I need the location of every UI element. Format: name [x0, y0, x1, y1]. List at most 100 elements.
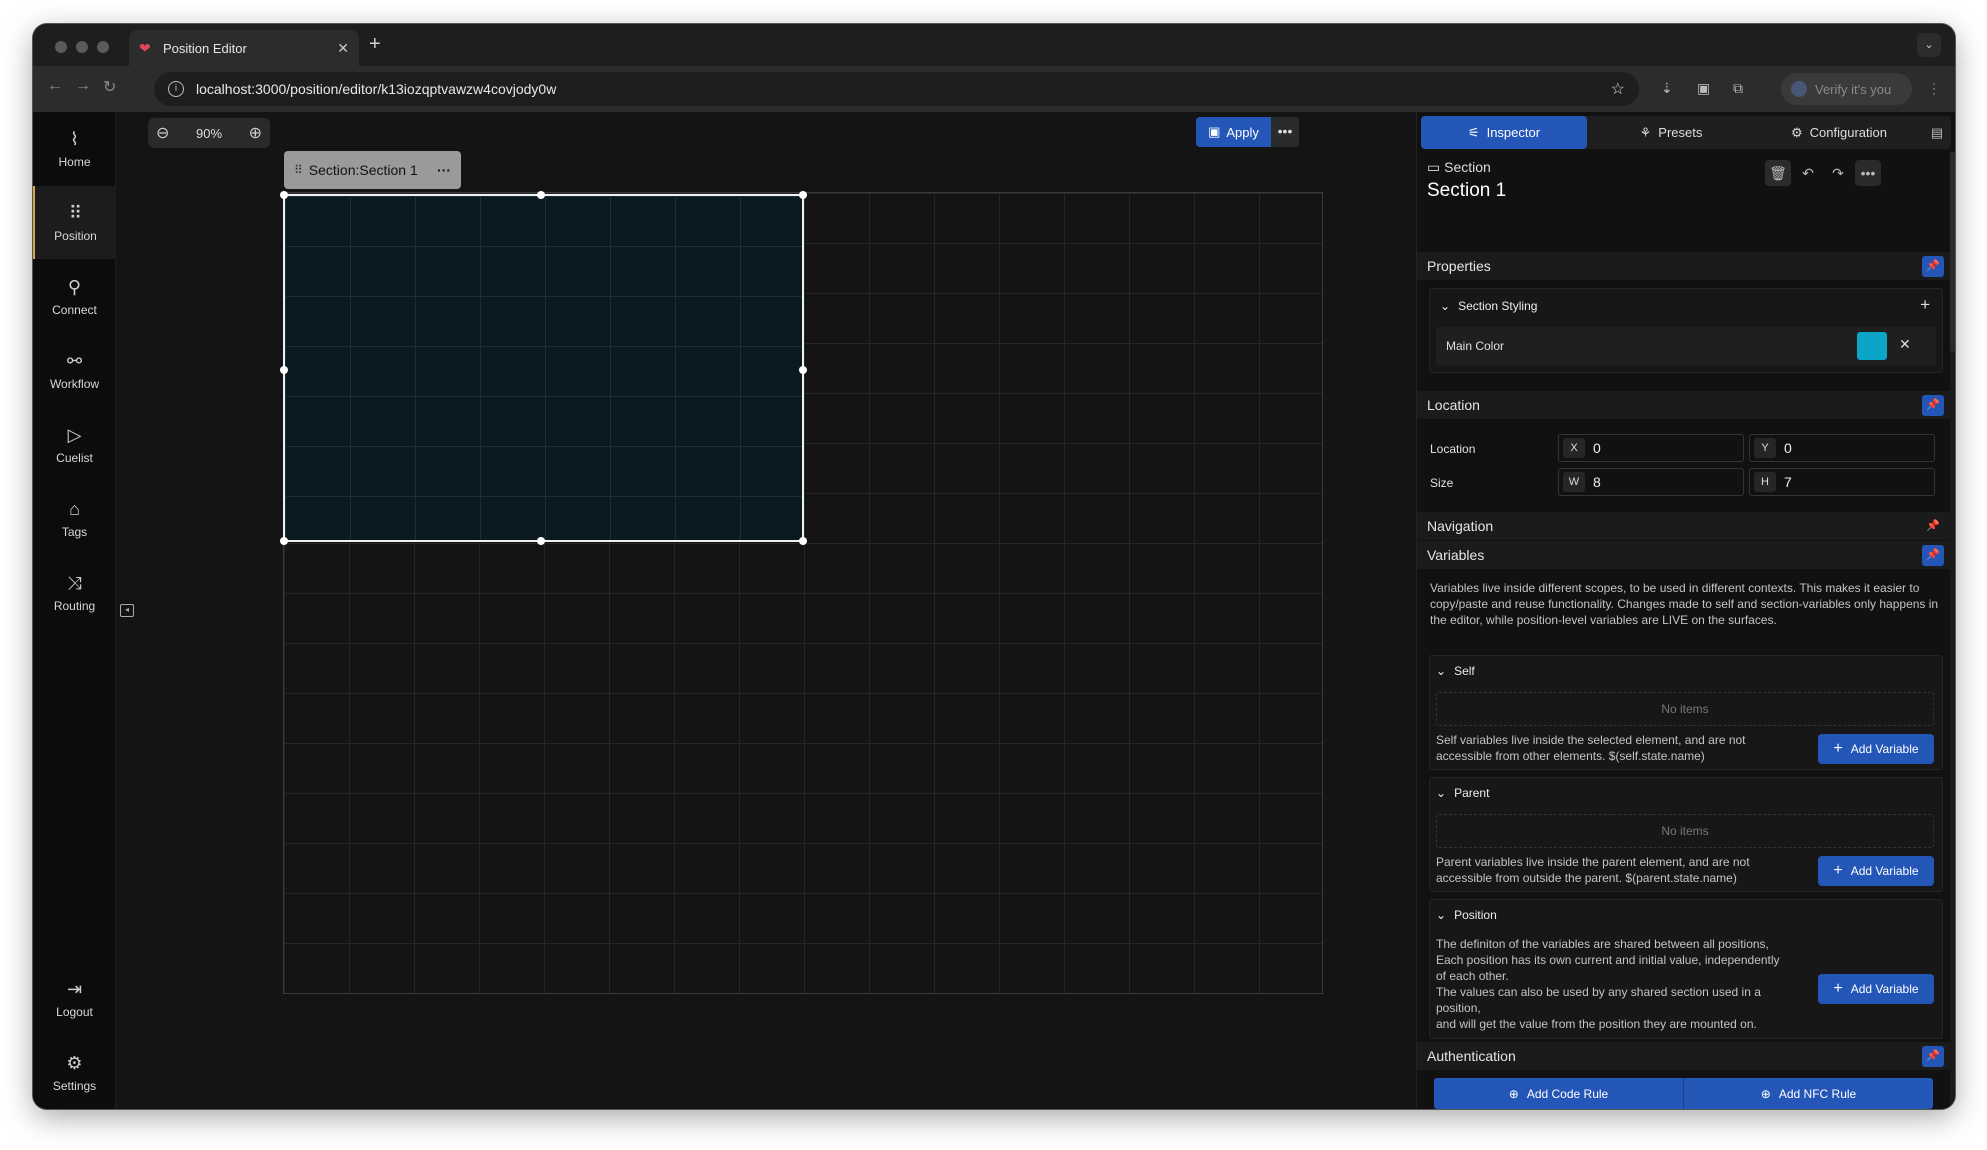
resize-handle-e[interactable]: [799, 366, 807, 374]
sidebar-item-label: Tags: [61, 524, 88, 539]
self-header[interactable]: ⌄ Self: [1436, 664, 1475, 678]
scrollbar-thumb[interactable]: [1950, 152, 1955, 352]
navigation-header[interactable]: Navigation 📌: [1417, 512, 1955, 540]
close-tab-icon[interactable]: ✕: [337, 40, 349, 57]
pin-icon[interactable]: 📌: [1922, 516, 1944, 537]
trash-icon[interactable]: 🗑: [1765, 160, 1791, 186]
add-parent-variable-button[interactable]: + Add Variable: [1818, 856, 1934, 886]
parent-header[interactable]: ⌄ Parent: [1436, 786, 1489, 800]
position-header[interactable]: ⌄ Position: [1436, 908, 1497, 922]
tab-configuration[interactable]: ⚙ Configuration: [1755, 116, 1923, 149]
section-menu-icon[interactable]: ···: [437, 162, 451, 178]
section-styling-header[interactable]: ⌄ Section Styling: [1440, 299, 1537, 313]
y-key: Y: [1754, 438, 1776, 458]
sidebar-item-settings[interactable]: ⚙ Settings: [33, 1036, 116, 1109]
resize-handle-w[interactable]: [280, 366, 288, 374]
location-header[interactable]: Location 📌: [1417, 391, 1955, 419]
sidebar-item-logout[interactable]: ⇥ Logout: [33, 962, 116, 1035]
y-input[interactable]: Y 0: [1749, 434, 1935, 462]
verify-profile-button[interactable]: Verify it's you: [1781, 73, 1912, 105]
parent-variables-card: ⌄ Parent No items Parent variables live …: [1429, 777, 1943, 892]
pin-icon[interactable]: 📌: [1922, 1046, 1944, 1067]
maximize-window-button[interactable]: [97, 41, 109, 53]
tab-label: Inspector: [1486, 125, 1541, 140]
self-empty: No items: [1436, 692, 1934, 726]
add-icon[interactable]: +: [1920, 295, 1930, 315]
sidebar-item-workflow[interactable]: ⚯ Workflow: [33, 334, 116, 407]
back-icon[interactable]: ←: [47, 77, 63, 95]
new-tab-button[interactable]: +: [369, 34, 381, 54]
resize-handle-sw[interactable]: [280, 537, 288, 545]
redo-icon[interactable]: ↷: [1825, 160, 1851, 186]
play-icon: ▷: [67, 424, 82, 445]
tab-presets[interactable]: ⚘ Presets: [1587, 116, 1755, 149]
sidebar-item-home[interactable]: ⌇ Home: [33, 112, 116, 185]
pin-icon[interactable]: 📌: [1922, 395, 1944, 416]
position-note-line: The definiton of the variables are share…: [1436, 937, 1769, 951]
add-code-rule-button[interactable]: ⊕ Add Code Rule: [1434, 1078, 1684, 1109]
browser-menu-icon[interactable]: ⋮: [1927, 80, 1941, 97]
resize-handle-nw[interactable]: [280, 191, 288, 199]
pin-icon[interactable]: 📌: [1922, 256, 1944, 277]
properties-header[interactable]: Properties 📌: [1417, 252, 1955, 280]
apply-more-button[interactable]: •••: [1271, 117, 1299, 147]
sidebar-item-label: Home: [58, 154, 91, 169]
position-note-line: Each position has its own current and in…: [1436, 953, 1780, 967]
browser-tab[interactable]: ❤ Position Editor ✕: [129, 30, 359, 66]
close-window-button[interactable]: [55, 41, 67, 53]
resize-handle-n[interactable]: [537, 191, 545, 199]
properties-title: Properties: [1427, 258, 1491, 274]
drag-handle-icon[interactable]: ⠿: [294, 163, 303, 177]
collapse-sidebar-icon[interactable]: ◂: [120, 604, 134, 617]
tab-inspector[interactable]: ⚟ Inspector: [1421, 116, 1587, 149]
tab-title: Position Editor: [163, 40, 247, 56]
apply-button[interactable]: ▣ Apply: [1196, 117, 1271, 147]
add-position-variable-button[interactable]: + Add Variable: [1818, 974, 1934, 1004]
extensions-icon[interactable]: ⧉: [1733, 80, 1743, 97]
clear-color-icon[interactable]: ✕: [1899, 336, 1911, 353]
w-input[interactable]: W 8: [1558, 468, 1744, 496]
tab-search-button[interactable]: ⌄: [1917, 33, 1941, 57]
section-tag[interactable]: ⠿ Section:Section 1 ···: [284, 151, 461, 189]
reload-icon[interactable]: ↻: [103, 77, 116, 97]
panel-scrollbar[interactable]: [1950, 152, 1955, 1107]
variables-header[interactable]: Variables 📌: [1417, 541, 1955, 569]
download-icon[interactable]: ⇣: [1661, 80, 1673, 97]
tab-strip: ❤ Position Editor ✕ + ⌄: [33, 24, 1955, 66]
more-icon[interactable]: •••: [1855, 160, 1881, 186]
plus-icon: +: [1833, 740, 1843, 757]
sidebar-item-position[interactable]: ⠿ Position: [33, 186, 116, 259]
selected-section[interactable]: [280, 191, 807, 545]
resize-handle-s[interactable]: [537, 537, 545, 545]
x-input[interactable]: X 0: [1558, 434, 1744, 462]
site-info-icon[interactable]: i: [168, 81, 184, 97]
add-self-variable-button[interactable]: + Add Variable: [1818, 734, 1934, 764]
pin-icon[interactable]: 📌: [1922, 545, 1944, 566]
sidepanel-icon[interactable]: ▣: [1697, 80, 1710, 97]
panel-layout-icon[interactable]: ▤: [1923, 116, 1951, 149]
zoom-out-icon[interactable]: ⊖: [156, 123, 169, 143]
plus-circle-icon: ⊕: [1760, 1086, 1771, 1101]
sidebar-item-tags[interactable]: ⌂ Tags: [33, 482, 116, 555]
forward-icon[interactable]: →: [75, 77, 91, 95]
add-nfc-rule-button[interactable]: ⊕ Add NFC Rule: [1684, 1078, 1933, 1109]
section-styling-card: ⌄ Section Styling + Main Color ✕: [1429, 288, 1943, 373]
resize-handle-ne[interactable]: [799, 191, 807, 199]
grid-dots-icon: ⠿: [68, 202, 83, 223]
undo-icon[interactable]: ↶: [1795, 160, 1821, 186]
sidebar-item-connect[interactable]: ⚲ Connect: [33, 260, 116, 333]
minimize-window-button[interactable]: [76, 41, 88, 53]
h-value: 7: [1784, 474, 1792, 490]
h-input[interactable]: H 7: [1749, 468, 1935, 496]
zoom-in-icon[interactable]: ⊕: [249, 123, 262, 143]
address-bar[interactable]: i localhost:3000/position/editor/k13iozq…: [154, 72, 1639, 106]
main-color-swatch[interactable]: [1857, 332, 1887, 360]
sidebar-item-routing[interactable]: ⤨ Routing: [33, 556, 116, 629]
panel-tabs: ⚟ Inspector ⚘ Presets ⚙ Configuration ▤: [1421, 116, 1951, 149]
sidebar-item-cuelist[interactable]: ▷ Cuelist: [33, 408, 116, 481]
bookmark-star-icon[interactable]: ☆: [1611, 79, 1625, 99]
resize-handle-se[interactable]: [799, 537, 807, 545]
editor-canvas[interactable]: ⊖ 90% ⊕ ▣ Apply ••• ⠿ Section:Section 1 …: [138, 112, 1416, 1109]
add-code-rule-label: Add Code Rule: [1526, 1086, 1609, 1101]
authentication-header[interactable]: Authentication 📌: [1417, 1042, 1955, 1070]
